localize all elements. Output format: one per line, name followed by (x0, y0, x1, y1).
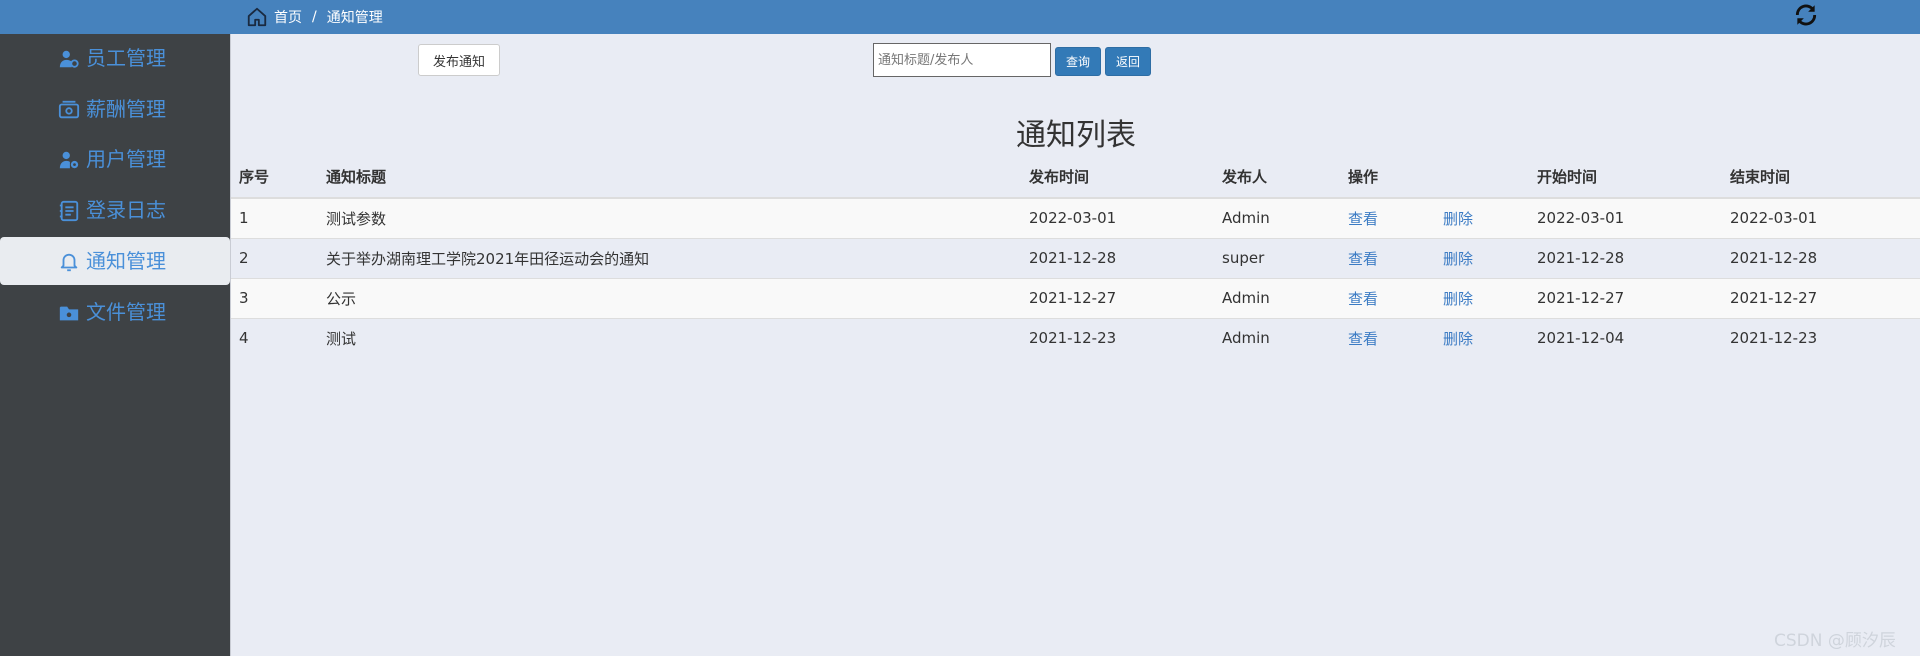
cell-start-time: 2021-12-27 (1537, 277, 1730, 318)
cell-title: 公示 (326, 277, 1029, 318)
view-link[interactable]: 查看 (1348, 290, 1378, 308)
sidebar-item-employee[interactable]: 员工管理 (0, 34, 230, 82)
delete-link[interactable]: 删除 (1443, 330, 1473, 348)
header-no: 序号 (231, 156, 326, 199)
cell-publish-time: 2022-03-01 (1029, 197, 1222, 238)
sidebar-item-user[interactable]: 用户管理 (0, 135, 230, 183)
cell-title: 关于举办湖南理工学院2021年田径运动会的通知 (326, 237, 1029, 278)
cell-end-time: 2021-12-27 (1730, 277, 1920, 318)
cell-start-time: 2021-12-28 (1537, 237, 1730, 278)
delete-link[interactable]: 删除 (1443, 290, 1473, 308)
view-link[interactable]: 查看 (1348, 250, 1378, 268)
cell-no: 1 (231, 197, 326, 238)
table-row: 3 公示 2021-12-27 Admin 查看 删除 2021-12-27 2… (231, 277, 1920, 318)
sidebar-item-salary[interactable]: 薪酬管理 (0, 85, 230, 133)
header-title: 通知标题 (326, 156, 1029, 199)
view-link[interactable]: 查看 (1348, 210, 1378, 228)
cell-end-time: 2021-12-23 (1730, 317, 1920, 358)
cell-no: 2 (231, 237, 326, 278)
refresh-icon (1793, 2, 1819, 32)
watermark: CSDN @顾汐辰 (1774, 631, 1896, 651)
table-row: 1 测试参数 2022-03-01 Admin 查看 删除 2022-03-01… (231, 197, 1920, 238)
table-header-row: 序号 通知标题 发布时间 发布人 操作 开始时间 结束时间 (231, 156, 1920, 199)
sidebar: 员工管理 薪酬管理 用户管理 登录日志 通知管理 文件管理 (0, 34, 230, 656)
cell-start-time: 2022-03-01 (1537, 197, 1730, 238)
cell-title: 测试 (326, 317, 1029, 358)
cell-no: 3 (231, 277, 326, 318)
cell-author: Admin (1222, 197, 1348, 238)
notice-table: 序号 通知标题 发布时间 发布人 操作 开始时间 结束时间 1 测试参数 202… (231, 156, 1920, 358)
breadcrumb: 首页 / 通知管理 (246, 0, 383, 34)
folder-icon (58, 302, 80, 324)
delete-link[interactable]: 删除 (1443, 210, 1473, 228)
top-bar: 首页 / 通知管理 (0, 0, 1920, 34)
cell-start-time: 2021-12-04 (1537, 317, 1730, 358)
search-input[interactable] (873, 43, 1051, 77)
delete-link[interactable]: 删除 (1443, 250, 1473, 268)
header-author: 发布人 (1222, 156, 1348, 199)
table-row: 4 测试 2021-12-23 Admin 查看 删除 2021-12-04 2… (231, 317, 1920, 358)
sidebar-item-label: 登录日志 (86, 198, 166, 222)
header-publish-time: 发布时间 (1029, 156, 1222, 199)
header-start-time: 开始时间 (1537, 156, 1730, 199)
back-button[interactable]: 返回 (1105, 47, 1151, 76)
sidebar-item-label: 用户管理 (86, 147, 166, 171)
cell-author: super (1222, 237, 1348, 278)
log-icon (58, 200, 80, 222)
employee-icon (58, 48, 80, 70)
cell-publish-time: 2021-12-27 (1029, 277, 1222, 318)
sidebar-item-label: 文件管理 (86, 300, 166, 324)
sidebar-item-label: 通知管理 (86, 249, 166, 273)
cell-end-time: 2021-12-28 (1730, 237, 1920, 278)
user-settings-icon (58, 149, 80, 171)
sidebar-item-file[interactable]: 文件管理 (0, 288, 230, 336)
cell-end-time: 2022-03-01 (1730, 197, 1920, 238)
view-link[interactable]: 查看 (1348, 330, 1378, 348)
page-title: 通知列表 (1016, 118, 1136, 153)
sidebar-item-label: 薪酬管理 (86, 97, 166, 121)
cell-author: Admin (1222, 317, 1348, 358)
sidebar-item-label: 员工管理 (86, 46, 166, 70)
header-action-spacer (1443, 156, 1537, 199)
home-icon[interactable] (246, 6, 268, 28)
header-end-time: 结束时间 (1730, 156, 1920, 199)
sidebar-item-login-log[interactable]: 登录日志 (0, 186, 230, 234)
query-button[interactable]: 查询 (1055, 47, 1101, 76)
cell-publish-time: 2021-12-28 (1029, 237, 1222, 278)
table-row: 2 关于举办湖南理工学院2021年田径运动会的通知 2021-12-28 sup… (231, 237, 1920, 278)
cell-no: 4 (231, 317, 326, 358)
cell-title: 测试参数 (326, 197, 1029, 238)
publish-notice-button[interactable]: 发布通知 (418, 44, 500, 76)
salary-icon (58, 99, 80, 121)
breadcrumb-current: 通知管理 (326, 10, 383, 26)
breadcrumb-separator: / (312, 9, 317, 25)
cell-publish-time: 2021-12-23 (1029, 317, 1222, 358)
main-content: 发布通知 查询 返回 通知列表 序号 通知标题 发布时间 发布人 操作 开始时间… (230, 34, 1920, 656)
breadcrumb-home-link[interactable]: 首页 (274, 7, 302, 27)
header-action: 操作 (1348, 156, 1443, 199)
sidebar-item-notice[interactable]: 通知管理 (0, 237, 230, 285)
cell-author: Admin (1222, 277, 1348, 318)
bell-user-icon (58, 251, 80, 273)
refresh-button[interactable] (1792, 3, 1820, 31)
